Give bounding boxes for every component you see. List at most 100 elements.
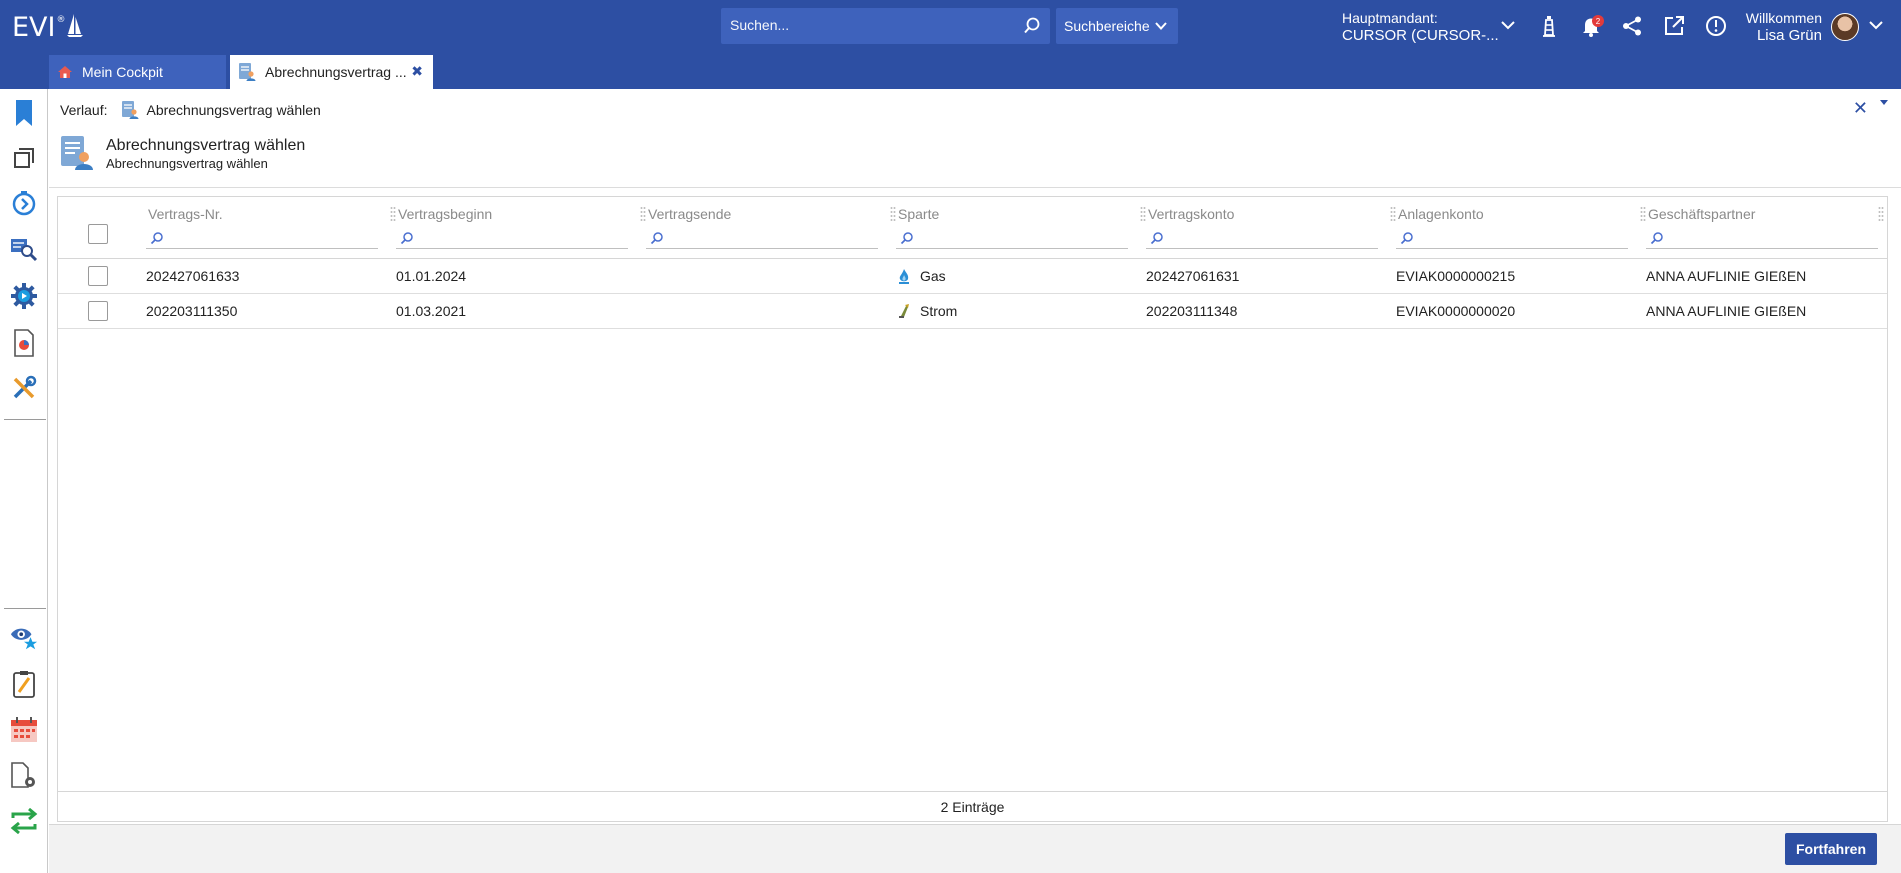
cell-vertragskonto: 202427061631 [1146,268,1240,284]
column-vertragsende[interactable]: Vertragsende [642,197,896,259]
sparte-label: Strom [920,303,958,319]
header-divider [49,187,1901,188]
cell-geschaeftspartner: ANNA AUFLINIE GIEßEN [1646,303,1807,319]
plug-icon [899,304,909,318]
column-geschaeftspartner[interactable]: Geschäftspartner [1642,197,1886,259]
search-input[interactable] [730,17,1010,33]
watchlist-icon[interactable] [10,624,38,652]
flame-icon [899,269,909,284]
calendar-icon[interactable] [10,716,38,744]
user-chevron-down-icon[interactable] [1868,18,1884,32]
select-all-checkbox[interactable] [88,224,108,244]
contract-icon [238,62,256,82]
column-filter-input[interactable] [396,227,628,249]
tools-icon[interactable] [10,374,38,402]
table-row[interactable]: 202203111350 01.03.2021 Strom 2022031113… [58,294,1887,329]
column-sparte[interactable]: Sparte [892,197,1146,259]
column-anlagenkonto[interactable]: Anlagenkonto [1392,197,1646,259]
column-filter-input[interactable] [1646,227,1878,249]
sidebar-divider [4,419,46,420]
column-vertragsbeginn[interactable]: Vertragsbeginn [392,197,646,259]
column-label: Vertragsbeginn [398,206,493,222]
windows-icon[interactable] [10,144,38,172]
tab-mein-cockpit[interactable]: Mein Cockpit [49,55,226,89]
column-filter-input[interactable] [146,227,378,249]
page-title: Abrechnungsvertrag wählen [106,137,306,154]
breadcrumb: Verlauf: Abrechnungsvertrag wählen [60,100,321,120]
user-welcome[interactable]: Willkommen Lisa Grün [1744,9,1822,45]
mandant-value: CURSOR (CURSOR-... [1342,27,1499,44]
chevron-down-icon [1155,22,1167,30]
user-name: Lisa Grün [1756,27,1822,44]
app-logo[interactable]: EVI ® [12,12,83,43]
tab-label: Mein Cockpit [82,64,163,80]
page-header: Abrechnungsvertrag wählen Abrechnungsver… [60,135,305,172]
sparte-label: Gas [920,268,946,284]
history-icon[interactable] [10,189,38,217]
contract-icon [61,136,93,170]
tab-bar: Mein Cockpit Abrechnungsvertrag ... ✖ [0,55,1901,89]
column-filter-input[interactable] [1146,227,1378,249]
mandant-selector[interactable]: Hauptmandant: CURSOR (CURSOR-... [1342,9,1499,45]
column-label: Vertragsende [648,206,732,222]
row-checkbox[interactable] [88,266,108,286]
cell-sparte: Strom [898,303,957,319]
search-icon [1400,232,1413,245]
global-search [721,8,1050,44]
close-icon[interactable]: ✕ [1853,98,1868,119]
search-scope-dropdown[interactable]: Suchbereiche [1056,8,1178,44]
history-item[interactable]: Abrechnungsvertrag wählen [121,100,321,120]
info-icon[interactable] [1704,14,1728,38]
process-gear-icon[interactable] [10,282,38,310]
search-icon [900,232,913,245]
search-icon [150,232,163,245]
contract-table: Vertrags-Nr. Vertragsbeginn Vertragsende… [57,196,1888,822]
contract-icon [122,101,139,119]
column-resize-handle[interactable] [1878,206,1884,222]
exchange-icon[interactable] [10,807,38,835]
main-content: Verlauf: Abrechnungsvertrag wählen ✕ Abr… [49,89,1901,873]
action-bar: Fortfahren [49,824,1901,873]
notes-icon[interactable] [10,670,38,698]
tab-abrechnungsvertrag[interactable]: Abrechnungsvertrag ... ✖ [230,55,433,89]
column-label: Anlagenkonto [1398,206,1484,222]
logo-registered-mark: ® [56,15,66,25]
caret-down-icon[interactable] [1879,99,1889,107]
search-scope-label: Suchbereiche [1064,18,1150,34]
cell-vertragskonto: 202203111348 [1146,303,1238,319]
mandant-chevron-down-icon[interactable] [1500,18,1516,32]
lighthouse-icon[interactable] [1537,14,1561,38]
table-row[interactable]: 202427061633 01.01.2024 Gas 202427061631… [58,259,1887,294]
history-label: Verlauf: [60,102,108,118]
cell-vertragsbeginn: 01.01.2024 [396,268,467,284]
share-icon[interactable] [1620,14,1644,38]
page-subtitle: Abrechnungsvertrag wählen [106,156,268,171]
mandant-label: Hauptmandant: [1342,10,1438,26]
cell-vertrags-nr: 202427061633 [146,268,240,284]
avatar[interactable] [1831,13,1859,41]
document-settings-icon[interactable] [10,762,38,790]
column-filter-input[interactable] [646,227,878,249]
row-checkbox[interactable] [88,301,108,321]
search-icon [650,232,663,245]
tab-close-icon[interactable]: ✖ [411,63,423,80]
bookmark-icon[interactable] [10,99,38,127]
continue-button[interactable]: Fortfahren [1785,833,1877,865]
column-vertrags-nr[interactable]: Vertrags-Nr. [142,197,396,259]
home-icon [57,65,73,79]
search-document-icon[interactable] [10,235,38,263]
sail-icon [66,14,83,37]
notification-badge: 2 [1592,15,1604,27]
column-vertragskonto[interactable]: Vertragskonto [1142,197,1396,259]
search-icon[interactable] [1022,16,1042,36]
column-label: Vertrags-Nr. [148,206,223,222]
search-icon [1650,232,1663,245]
sidebar-divider [4,608,46,609]
table-header: Vertrags-Nr. Vertragsbeginn Vertragsende… [58,197,1887,259]
column-label: Geschäftspartner [1648,206,1756,222]
search-icon [400,232,413,245]
report-icon[interactable] [10,329,38,357]
column-filter-input[interactable] [896,227,1128,249]
column-filter-input[interactable] [1396,227,1628,249]
external-link-icon[interactable] [1662,14,1686,38]
